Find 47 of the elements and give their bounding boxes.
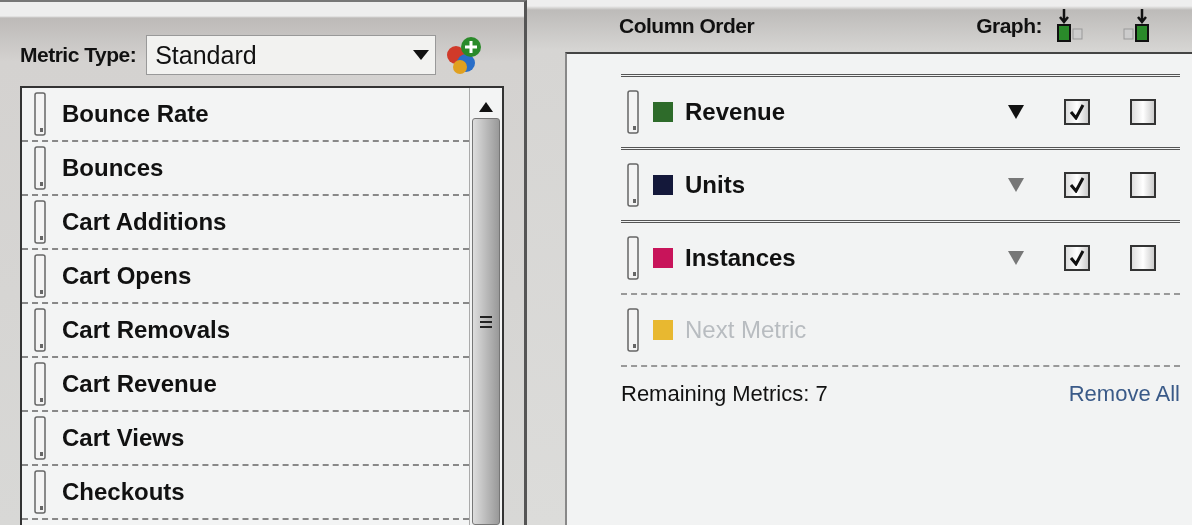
grip-icon[interactable] xyxy=(627,236,639,280)
checkmark-icon xyxy=(1069,250,1085,266)
column-arrow-icon[interactable] xyxy=(1122,9,1152,43)
field-label: Metric Type: xyxy=(20,43,137,67)
circles-plus-icon[interactable] xyxy=(446,35,483,75)
section-title: Column Order xyxy=(619,14,755,38)
grip-icon[interactable] xyxy=(34,254,46,298)
caret-icon xyxy=(413,50,430,60)
metric-name: Revenue xyxy=(685,98,787,126)
metric-item[interactable]: Cart Revenue xyxy=(62,370,217,398)
grip-icon[interactable] xyxy=(34,470,46,514)
metric-name: Units xyxy=(685,171,746,199)
scroll-up-icon[interactable] xyxy=(479,102,493,112)
metric-item[interactable]: Cart Removals xyxy=(62,316,231,344)
checkbox[interactable] xyxy=(1130,245,1156,271)
grip-icon[interactable] xyxy=(34,92,46,136)
grip-icon[interactable] xyxy=(627,163,639,207)
grip-icon[interactable] xyxy=(34,416,46,460)
checkmark-icon xyxy=(1069,104,1085,120)
metric-name: Instances xyxy=(685,244,797,272)
checkbox[interactable] xyxy=(1130,172,1156,198)
grip-icon[interactable] xyxy=(34,362,46,406)
grip-icon[interactable] xyxy=(627,90,639,134)
scrollbar[interactable] xyxy=(469,88,502,525)
graph-label: Graph: xyxy=(976,14,1042,38)
remaining-count: Remaining Metrics: 7 xyxy=(621,381,828,407)
grip-icon[interactable] xyxy=(34,200,46,244)
checkbox[interactable] xyxy=(1130,99,1156,125)
grip-icon[interactable] xyxy=(627,308,639,352)
metric-type-dropdown[interactable]: Standard xyxy=(146,35,437,75)
checkbox[interactable] xyxy=(1064,172,1090,198)
metric-item[interactable]: Checkouts xyxy=(62,478,185,506)
grip-icon[interactable] xyxy=(34,146,46,190)
metric-item[interactable]: Bounce Rate xyxy=(62,100,209,128)
grip-icon[interactable] xyxy=(34,308,46,352)
column-arrow-icon[interactable] xyxy=(1056,9,1086,43)
remove-all-link[interactable]: Remove All xyxy=(1068,381,1180,407)
caret-icon[interactable] xyxy=(1008,105,1024,119)
metric-item[interactable]: Cart Views xyxy=(62,424,185,452)
metric-item[interactable]: Bounces xyxy=(62,154,164,182)
grip-lines-icon xyxy=(480,314,492,329)
placeholder-text: Next Metric xyxy=(685,316,808,344)
metric-item[interactable]: Cart Additions xyxy=(62,208,227,236)
metric-item[interactable]: Cart Opens xyxy=(62,262,192,290)
checkbox[interactable] xyxy=(1064,245,1090,271)
checkmark-icon xyxy=(1069,177,1085,193)
checkbox[interactable] xyxy=(1064,99,1090,125)
